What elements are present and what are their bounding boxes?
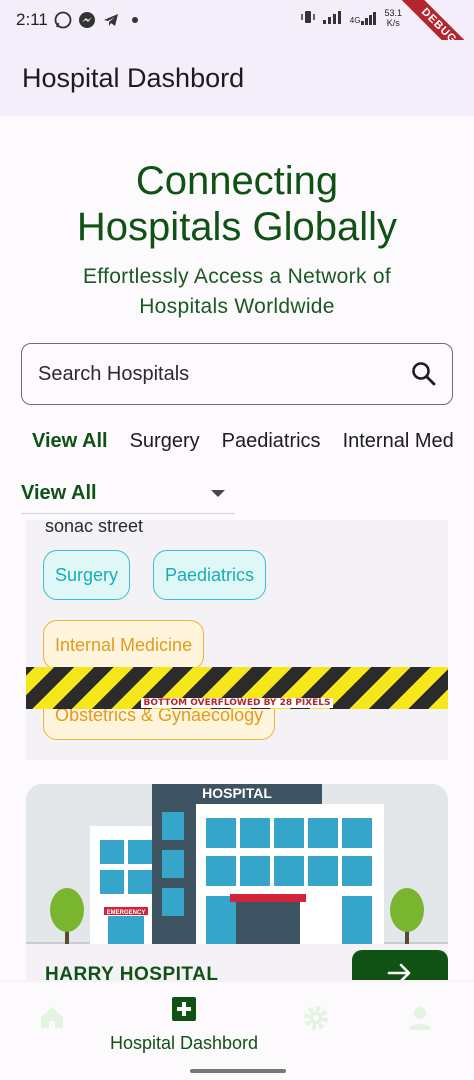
overflow-warning-stripes: BOTTOM OVERFLOWED BY 28 PIXELS	[26, 667, 448, 709]
chip-surgery[interactable]: Surgery	[130, 430, 200, 453]
telegram-icon	[102, 11, 120, 29]
messenger-icon	[78, 11, 96, 29]
vibrate-icon	[300, 9, 316, 28]
net-speed: 53.1 K/s	[384, 8, 402, 28]
gear-icon	[302, 996, 330, 1037]
hospital-card[interactable]: sonac street Surgery Paediatrics Interna…	[26, 520, 448, 760]
signal-type-label: 4G	[349, 16, 361, 25]
status-right-cluster: 4G 53.1 K/s	[300, 8, 402, 28]
app-bar-title: Hospital Dashbord	[22, 62, 245, 93]
search-box	[21, 343, 453, 405]
bottom-navigation: Hospital Dashbord	[0, 982, 474, 1060]
open-hospital-button[interactable]	[352, 950, 448, 980]
overflow-warning-text: BOTTOM OVERFLOWED BY 28 PIXELS	[141, 698, 333, 708]
specialty-tag: Internal Medicine	[43, 620, 205, 670]
status-time: 2:11	[16, 10, 48, 29]
signal-icon	[322, 10, 344, 27]
search-icon[interactable]	[410, 360, 438, 388]
hospital-name: HARRY HOSPITAL	[45, 964, 219, 980]
emergency-sign: EMERGENCY	[107, 910, 146, 916]
nav-item-home[interactable]	[12, 996, 92, 1046]
hospital-address: sonac street	[45, 520, 144, 536]
net-speed-unit: K/s	[386, 18, 400, 28]
category-chips: View All Surgery Paediatrics Internal Me…	[32, 430, 454, 453]
hero-subtitle: Effortlessly Access a Network of Hospita…	[40, 262, 434, 322]
hero-title-line2: Hospitals Globally	[76, 205, 398, 249]
hero-title-line1: Connecting	[135, 159, 339, 203]
hospital-sign: HOSPITAL	[202, 785, 272, 801]
status-bar: 2:11 4G 53.1 K/s	[0, 0, 474, 40]
nav-label-hospital-dashbord: Hospital Dashbord	[109, 1033, 259, 1053]
chip-paediatrics[interactable]: Paediatrics	[222, 430, 321, 453]
hero-title: Connecting Hospitals Globally	[0, 158, 474, 250]
app-bar: Hospital Dashbord	[0, 40, 474, 116]
more-notifications-dot-icon	[126, 11, 144, 29]
person-icon	[406, 996, 434, 1037]
hospital-plus-icon	[171, 996, 197, 1027]
whatsapp-icon	[54, 11, 72, 29]
nav-item-profile[interactable]	[380, 996, 460, 1046]
signal-4g-icon: 4G	[350, 11, 379, 25]
home-indicator	[0, 1060, 474, 1080]
hero-subtitle-line2: Hospitals Worldwide	[139, 295, 335, 318]
arrow-right-icon	[387, 962, 413, 980]
search-input[interactable]	[38, 362, 410, 386]
category-dropdown[interactable]: View All	[21, 474, 235, 514]
chip-internal-medicine[interactable]: Internal Med	[343, 430, 454, 453]
specialty-tag: Paediatrics	[153, 550, 267, 600]
dropdown-caret-icon	[211, 490, 225, 497]
home-icon	[38, 996, 66, 1035]
chip-view-all[interactable]: View All	[32, 430, 108, 453]
hospital-illustration: EMERGENCY HOSPITAL	[26, 784, 448, 944]
hospital-card[interactable]: EMERGENCY HOSPITAL HARRY HOSPITAL	[26, 784, 448, 980]
nav-item-hospital-dashbord[interactable]: Hospital Dashbord	[104, 996, 264, 1053]
net-speed-value: 53.1	[384, 8, 402, 18]
nav-item-settings[interactable]	[276, 996, 356, 1046]
dropdown-value: View All	[21, 482, 97, 504]
specialty-tag: Surgery	[43, 550, 131, 600]
hero-subtitle-line1: Effortlessly Access a Network of	[83, 265, 391, 288]
